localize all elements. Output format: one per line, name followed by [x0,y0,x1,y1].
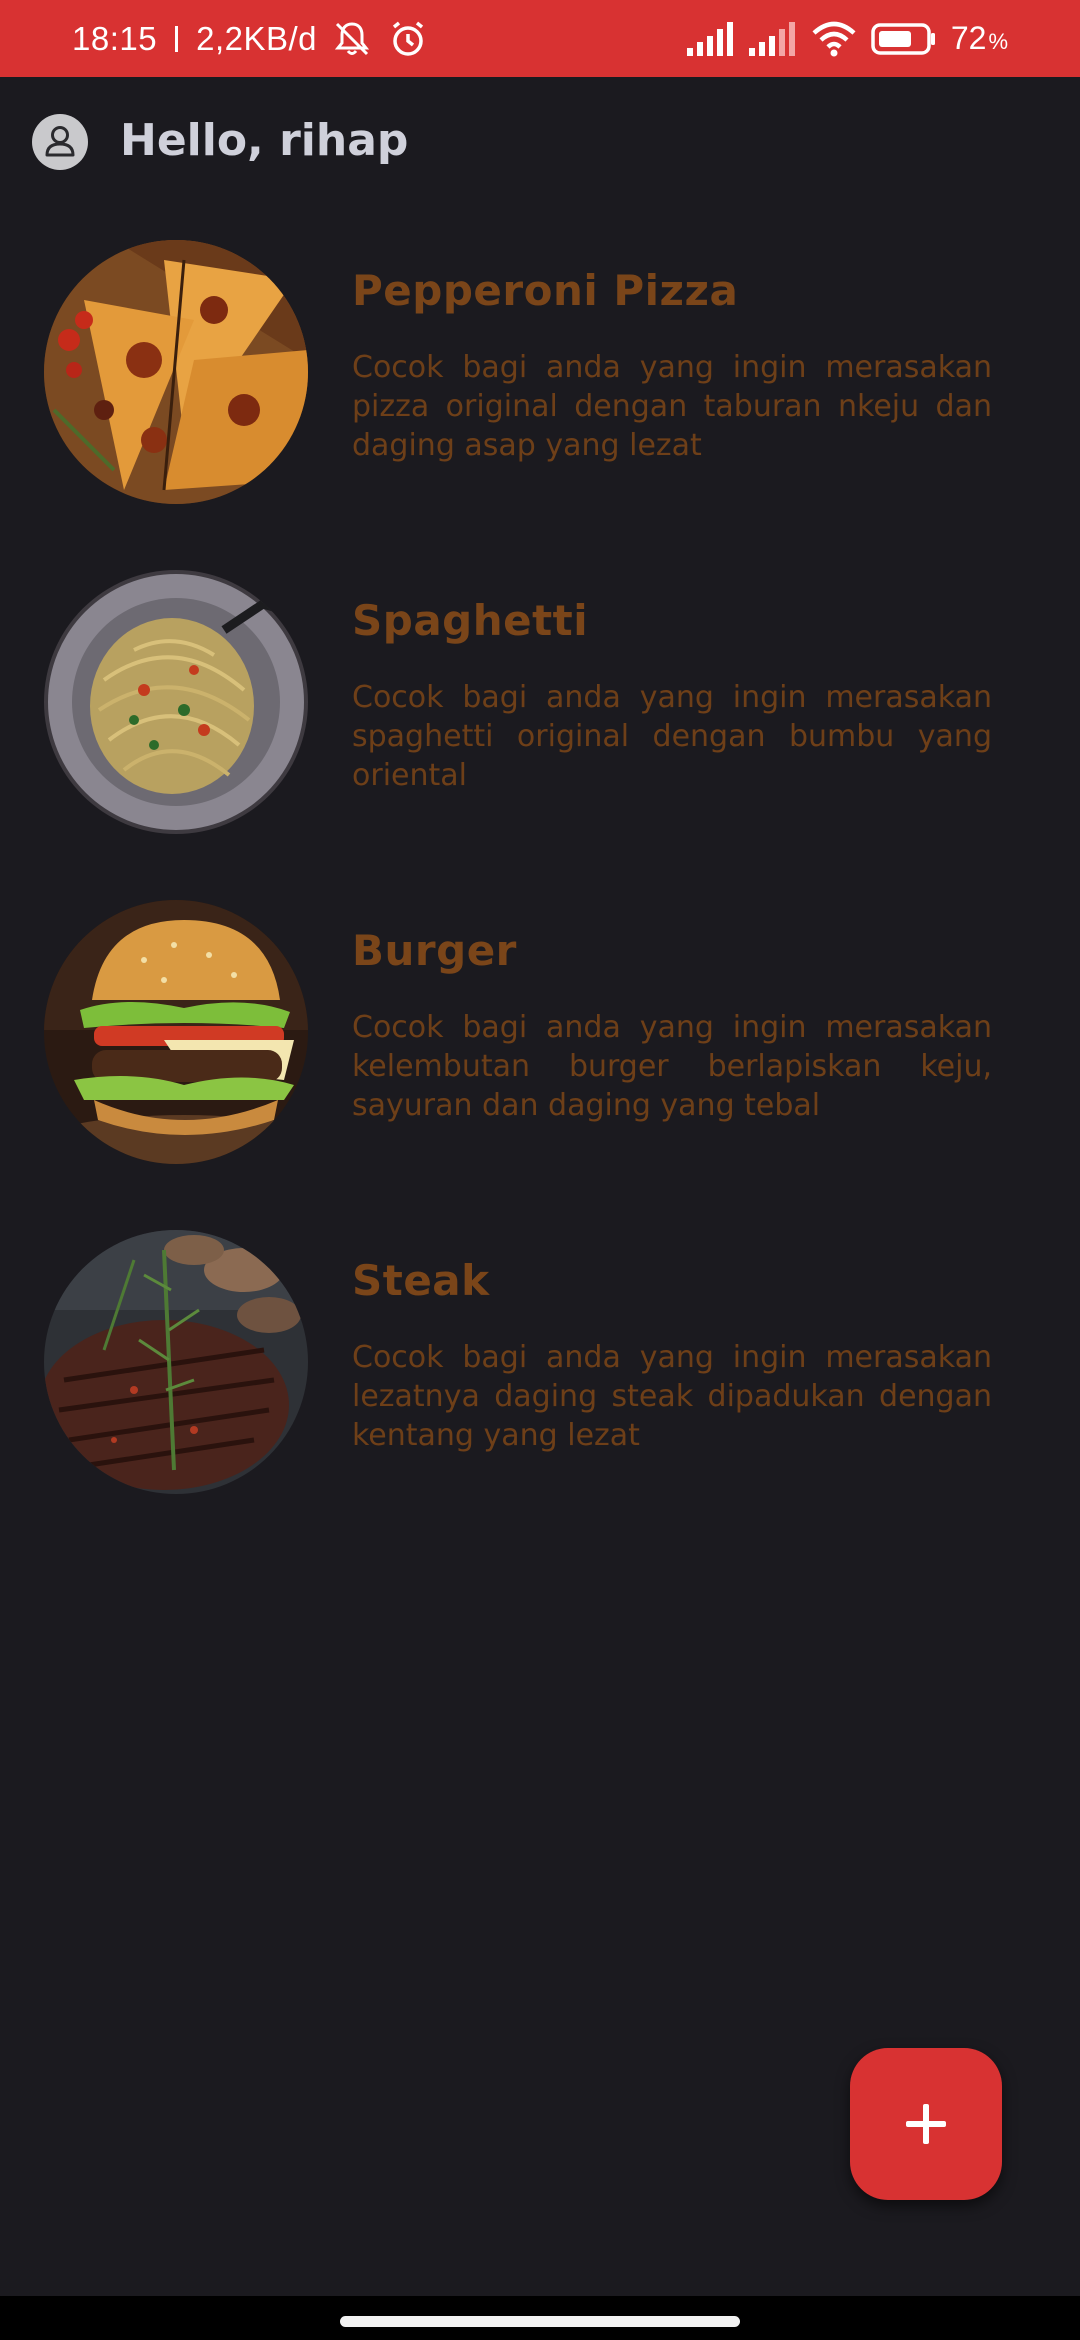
food-item-spaghetti[interactable]: Spaghetti Cocok bagi anda yang ingin mer… [0,570,1080,900]
plus-icon [906,2104,946,2144]
network-speed: 2,2KB/d [196,19,318,57]
home-gesture-handle[interactable] [340,2316,740,2327]
food-description: Cocok bagi anda yang ingin merasakan spa… [352,680,992,793]
user-icon [45,126,75,157]
food-description: Cocok bagi anda yang ingin merasakan piz… [352,350,992,463]
app-header: Hello, rihap [0,77,1080,212]
alarm-icon [392,21,424,56]
steak-image [44,1230,308,1494]
food-title: Spaghetti [352,596,589,645]
signal-icon-2 [748,21,795,56]
add-button[interactable] [850,2048,1002,2200]
food-image-pizza [44,240,308,504]
wifi-icon [812,21,856,56]
food-list: Pepperoni Pizza Cocok bagi anda yang ing… [0,240,1080,1560]
food-title: Pepperoni Pizza [352,266,739,315]
food-image-steak [44,1230,308,1494]
food-title: Burger [352,926,517,975]
pizza-image [44,240,308,504]
status-left: 18:15 2,2KB/d [72,0,429,77]
burger-image [44,900,308,1164]
percent-sign: % [988,29,1008,54]
status-time: 18:15 [72,19,158,57]
status-separator [175,25,179,52]
food-item-pizza[interactable]: Pepperoni Pizza Cocok bagi anda yang ing… [0,240,1080,570]
mute-icon [334,21,370,55]
avatar[interactable] [32,114,88,170]
spaghetti-image [44,570,308,834]
navigation-bar [0,2296,1080,2340]
food-item-steak[interactable]: Steak Cocok bagi anda yang ingin merasak… [0,1230,1080,1560]
battery-icon [871,22,935,55]
status-right: 72% [686,0,1008,77]
signal-icon [686,21,733,56]
battery-percent: 72% [951,20,1008,57]
food-description: Cocok bagi anda yang ingin merasakan lez… [352,1340,992,1453]
food-image-spaghetti [44,570,308,834]
greeting-text: Hello, rihap [120,115,409,166]
status-bar: 18:15 2,2KB/d 72% [0,0,1080,77]
battery-percent-value: 72 [950,20,987,56]
food-item-burger[interactable]: Burger Cocok bagi anda yang ingin merasa… [0,900,1080,1230]
food-description: Cocok bagi anda yang ingin merasakan kel… [352,1010,992,1123]
food-image-burger [44,900,308,1164]
food-title: Steak [352,1256,490,1305]
